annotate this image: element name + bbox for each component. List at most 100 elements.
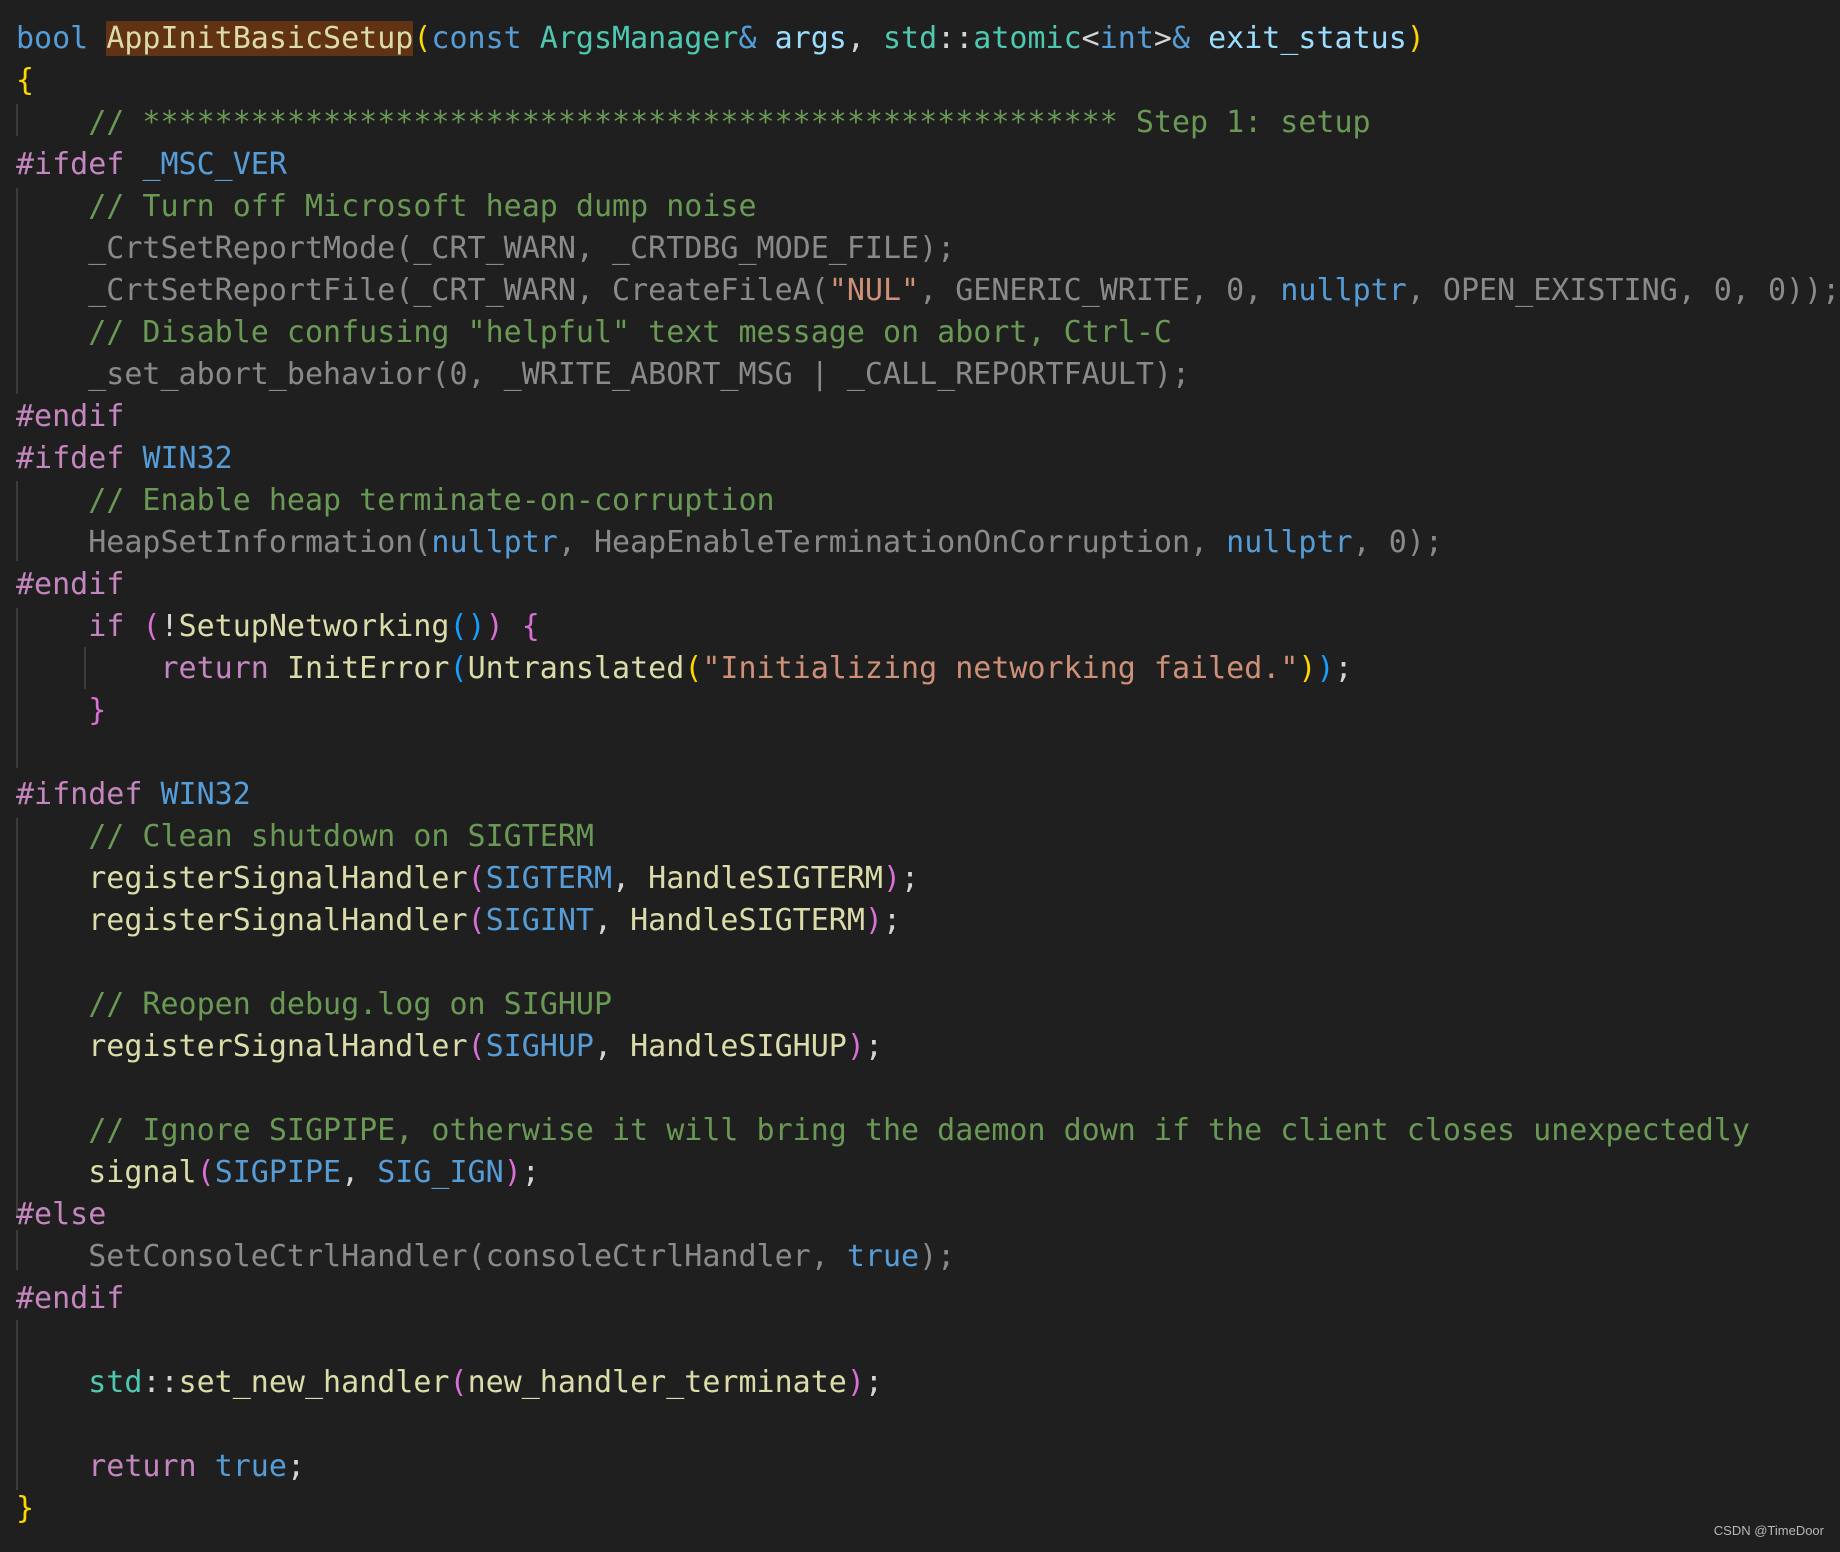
code-line[interactable]: // Reopen debug.log on SIGHUP (16, 984, 612, 1026)
code-token: ( (449, 1365, 468, 1400)
code-token: { (521, 609, 540, 644)
code-token: ; (286, 1449, 305, 1484)
code-token: ( (196, 1155, 215, 1190)
code-line[interactable]: registerSignalHandler(SIGTERM, HandleSIG… (16, 858, 919, 900)
code-token: ) (882, 861, 902, 896)
code-token: "Initializing networking failed." (702, 651, 1299, 686)
code-line[interactable]: return true; (16, 1446, 305, 1488)
code-line[interactable]: // Turn off Microsoft heap dump noise (16, 186, 756, 228)
code-line[interactable]: registerSignalHandler(SIGINT, HandleSIGT… (16, 900, 901, 942)
code-token: ) (846, 1365, 865, 1400)
code-token: signal (88, 1155, 197, 1190)
code-token: SIGPIPE (214, 1155, 342, 1190)
code-token: std (882, 21, 938, 56)
code-line[interactable]: registerSignalHandler(SIGHUP, HandleSIGH… (16, 1026, 883, 1068)
code-token: ! (160, 609, 179, 644)
code-line[interactable]: // Clean shutdown on SIGTERM (16, 816, 594, 858)
code-token: atomic (973, 21, 1082, 56)
code-line[interactable]: // Enable heap terminate-on-corruption (16, 480, 775, 522)
code-line[interactable]: #ifdef _MSC_VER (16, 144, 287, 186)
code-token: ( (413, 21, 432, 56)
code-line[interactable]: _set_abort_behavior(0, _WRITE_ABORT_MSG … (16, 354, 1190, 396)
code-token: _set_abort_behavior(0, _WRITE_ABORT_MSG … (16, 357, 1190, 392)
code-token: nullptr (1280, 273, 1407, 308)
code-token: #endif (16, 1281, 125, 1316)
code-token: InitError (286, 651, 450, 686)
code-token: // Reopen debug.log on SIGHUP (16, 987, 613, 1022)
code-token: , (846, 21, 883, 56)
code-line[interactable]: if (!SetupNetworking()) { (16, 606, 540, 648)
code-line[interactable]: return InitError(Untranslated("Initializ… (16, 648, 1353, 690)
code-token: true (214, 1449, 287, 1484)
code-token: // Disable confusing "helpful" text mess… (16, 315, 1172, 350)
code-token: HandleSIGTERM (630, 903, 865, 938)
code-line[interactable]: bool AppInitBasicSetup(const ArgsManager… (16, 18, 1425, 60)
code-token: ) (1316, 651, 1335, 686)
code-token: "NUL" (828, 273, 920, 308)
code-token: SIG_IGN (377, 1155, 504, 1190)
code-line[interactable]: // Disable confusing "helpful" text mess… (16, 312, 1172, 354)
code-token: SIGHUP (485, 1029, 594, 1064)
code-token: Untranslated (467, 651, 685, 686)
code-token: , (341, 1155, 378, 1190)
code-token: , 0); (1352, 525, 1443, 560)
code-line[interactable]: #endif (16, 1278, 124, 1320)
watermark: CSDN @TimeDoor (1713, 1523, 1824, 1538)
code-token: & (738, 21, 757, 56)
code-token: _MSC_VER (142, 147, 287, 182)
code-token: ) (503, 1155, 522, 1190)
code-line[interactable]: // Ignore SIGPIPE, otherwise it will bri… (16, 1110, 1750, 1152)
code-token: ) (846, 1029, 865, 1064)
code-token: ; (901, 861, 920, 896)
code-token: args (774, 21, 847, 56)
code-token: #ifndef (16, 777, 143, 812)
code-line[interactable]: } (16, 1488, 34, 1530)
code-token: registerSignalHandler (88, 1029, 468, 1064)
code-line[interactable]: SetConsoleCtrlHandler(consoleCtrlHandler… (16, 1236, 955, 1278)
code-token: ; (882, 903, 902, 938)
code-token: } (16, 1491, 35, 1526)
code-line[interactable]: #endif (16, 564, 124, 606)
code-token: ) (485, 609, 504, 644)
code-line[interactable]: #endif (16, 396, 124, 438)
code-line[interactable]: } (16, 690, 106, 732)
code-token: :: (142, 1365, 179, 1400)
code-token: // Enable heap terminate-on-corruption (16, 483, 775, 518)
code-token: AppInitBasicSetup (106, 21, 414, 56)
code-token: HeapSetInformation( (16, 525, 432, 560)
code-editor[interactable]: bool AppInitBasicSetup(const ArgsManager… (0, 0, 1840, 1552)
code-token: ; (864, 1029, 883, 1064)
code-line[interactable]: #ifndef WIN32 (16, 774, 251, 816)
code-line[interactable]: #else (16, 1194, 106, 1236)
code-token: { (16, 63, 35, 98)
code-line[interactable]: #ifdef WIN32 (16, 438, 233, 480)
code-token: ) (864, 903, 883, 938)
code-token: ) (1406, 21, 1425, 56)
code-line[interactable]: { (16, 60, 34, 102)
code-token: ( (449, 651, 468, 686)
code-token: int (1099, 21, 1154, 56)
code-token: > (1153, 21, 1172, 56)
code-token: , (593, 903, 631, 938)
code-token: const (431, 21, 522, 56)
code-token: #ifdef (16, 147, 125, 182)
code-line[interactable]: _CrtSetReportFile(_CRT_WARN, CreateFileA… (16, 270, 1840, 312)
code-line[interactable]: _CrtSetReportMode(_CRT_WARN, _CRTDBG_MOD… (16, 228, 955, 270)
code-line[interactable]: HeapSetInformation(nullptr, HeapEnableTe… (16, 522, 1443, 564)
code-token: ( (142, 609, 161, 644)
code-line[interactable]: signal(SIGPIPE, SIG_IGN); (16, 1152, 540, 1194)
code-token: , HeapEnableTerminationOnCorruption, (557, 525, 1227, 560)
code-line[interactable]: // *************************************… (16, 102, 1370, 144)
code-line[interactable]: std::set_new_handler(new_handler_termina… (16, 1362, 883, 1404)
